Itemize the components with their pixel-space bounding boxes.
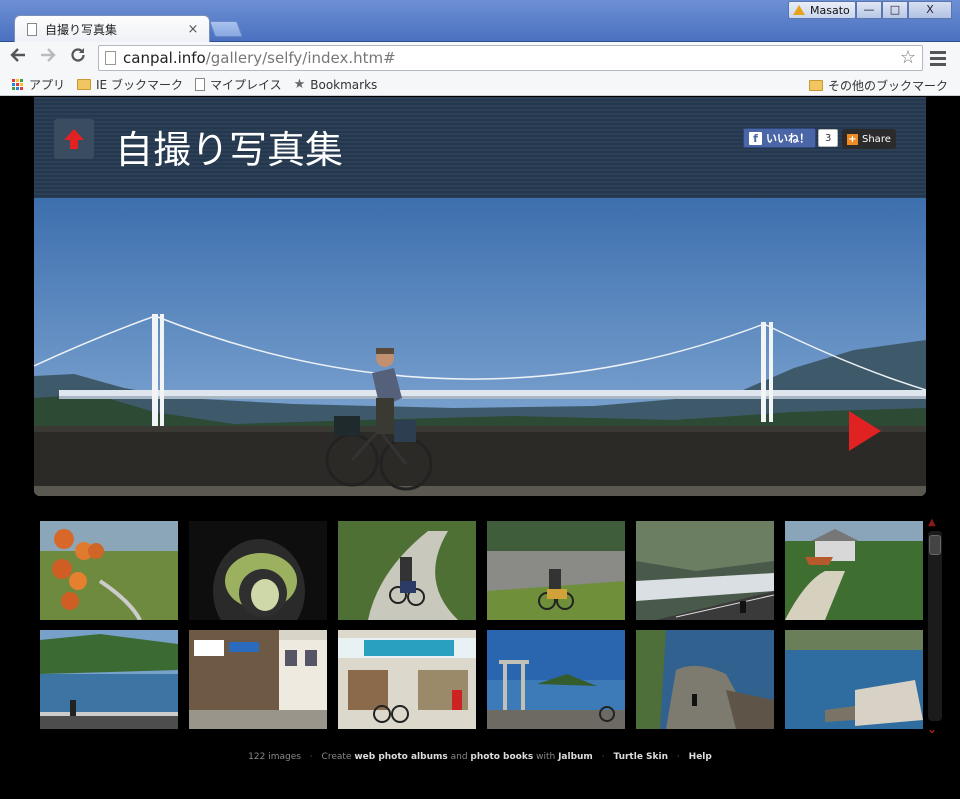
bookmark-other-folder[interactable]: その他のブックマーク xyxy=(808,77,948,94)
bookmark-label: その他のブックマーク xyxy=(827,79,948,93)
scroll-up-icon[interactable]: ▲ xyxy=(928,517,936,528)
thumbnail[interactable] xyxy=(636,630,774,729)
web-photo-albums-link[interactable]: web photo albums xyxy=(354,752,447,762)
new-tab-button[interactable] xyxy=(209,21,243,37)
bookmark-label: IE ブックマーク xyxy=(96,78,183,92)
page-icon xyxy=(27,22,37,36)
reload-icon[interactable] xyxy=(66,46,90,70)
user-profile-button[interactable]: Masato xyxy=(788,1,856,19)
facebook-icon: f xyxy=(749,131,762,145)
plus-icon: + xyxy=(847,133,858,145)
turtle-skin-link[interactable]: Turtle Skin xyxy=(613,752,668,762)
back-arrow-icon[interactable] xyxy=(6,46,30,70)
share-button[interactable]: + Share xyxy=(842,129,896,149)
up-arrow-icon xyxy=(64,129,84,149)
folder-icon xyxy=(77,79,92,90)
gallery-page: 自撮り写真集 f いいね！ 3 + Share ▲ ⌄ 122 images ·… xyxy=(5,97,955,794)
help-link[interactable]: Help xyxy=(689,752,712,762)
bookmark-label: アプリ xyxy=(29,78,66,92)
up-button[interactable] xyxy=(54,119,94,159)
minimize-button[interactable]: — xyxy=(856,1,882,19)
bookmark-bookmarks[interactable]: ★ Bookmarks xyxy=(294,77,378,92)
bookmark-myplace[interactable]: マイプレイス xyxy=(194,76,282,93)
bookmark-label: マイプレイス xyxy=(209,78,282,92)
star-icon: ★ xyxy=(293,77,306,92)
thumbnail[interactable] xyxy=(189,521,327,620)
tab-title: 自撮り写真集 xyxy=(45,22,118,37)
browser-toolbar: canpal.info/gallery/selfy/index.htm# ☆ xyxy=(0,42,960,74)
like-label: いいね！ xyxy=(766,132,810,145)
image-count: 122 images xyxy=(248,752,301,762)
gallery-header: 自撮り写真集 f いいね！ 3 + Share xyxy=(34,97,926,198)
share-label: Share xyxy=(862,133,891,145)
thumbnail[interactable] xyxy=(487,521,625,620)
browser-tab[interactable]: 自撮り写真集 × xyxy=(14,15,210,42)
page-icon xyxy=(194,78,205,91)
star-icon[interactable]: ☆ xyxy=(900,47,916,68)
footer-with: with xyxy=(536,752,556,762)
thumbnail[interactable] xyxy=(338,630,476,729)
url-path: /gallery/selfy/index.htm# xyxy=(205,49,396,67)
url-host: canpal.info xyxy=(123,49,206,67)
bookmark-ie-folder[interactable]: IE ブックマーク xyxy=(77,76,183,93)
thumbnail[interactable] xyxy=(338,521,476,620)
forward-arrow-icon[interactable] xyxy=(36,46,60,70)
next-arrow-icon[interactable] xyxy=(845,409,885,453)
footer-create: Create xyxy=(321,752,352,762)
window-controls: — □ X xyxy=(856,1,952,19)
thumbnail-scrollbar[interactable] xyxy=(928,531,942,721)
close-window-button[interactable]: X xyxy=(908,1,952,19)
main-photo[interactable] xyxy=(34,198,926,496)
user-name: Masato xyxy=(810,3,850,17)
scroll-down-icon[interactable]: ⌄ xyxy=(927,722,937,736)
folder-icon xyxy=(808,80,823,91)
bookmarks-bar: アプリ IE ブックマーク マイプレイス ★ Bookmarks その他のブック… xyxy=(0,74,960,96)
page-icon xyxy=(105,51,116,65)
thumbnail[interactable] xyxy=(40,521,178,620)
address-bar[interactable]: canpal.info/gallery/selfy/index.htm# ☆ xyxy=(98,45,923,71)
scrollbar-handle[interactable] xyxy=(929,535,941,555)
warning-icon xyxy=(793,5,805,15)
like-count: 3 xyxy=(818,129,839,147)
thumbnail[interactable] xyxy=(189,630,327,729)
facebook-like-button[interactable]: f いいね！ xyxy=(743,128,816,148)
thumbnail[interactable] xyxy=(785,630,923,729)
thumbnail[interactable] xyxy=(487,630,625,729)
bookmark-apps[interactable]: アプリ xyxy=(12,76,65,93)
maximize-button[interactable]: □ xyxy=(882,1,908,19)
thumbnail[interactable] xyxy=(40,630,178,729)
apps-grid-icon xyxy=(12,78,24,91)
gallery-footer: 122 images · Create web photo albums and… xyxy=(248,752,712,762)
footer-and: and xyxy=(450,752,468,762)
photo-books-link[interactable]: photo books xyxy=(470,752,533,762)
hamburger-menu-icon[interactable] xyxy=(930,48,946,69)
window-titlebar: 自撮り写真集 × Masato — □ X xyxy=(0,0,960,42)
thumbnail[interactable] xyxy=(636,521,774,620)
jalbum-link[interactable]: Jalbum xyxy=(558,752,593,762)
tab-close-icon[interactable]: × xyxy=(185,22,201,37)
thumbnail[interactable] xyxy=(785,521,923,620)
bookmark-label: Bookmarks xyxy=(310,77,378,92)
gallery-title: 自撮り写真集 xyxy=(115,128,344,172)
